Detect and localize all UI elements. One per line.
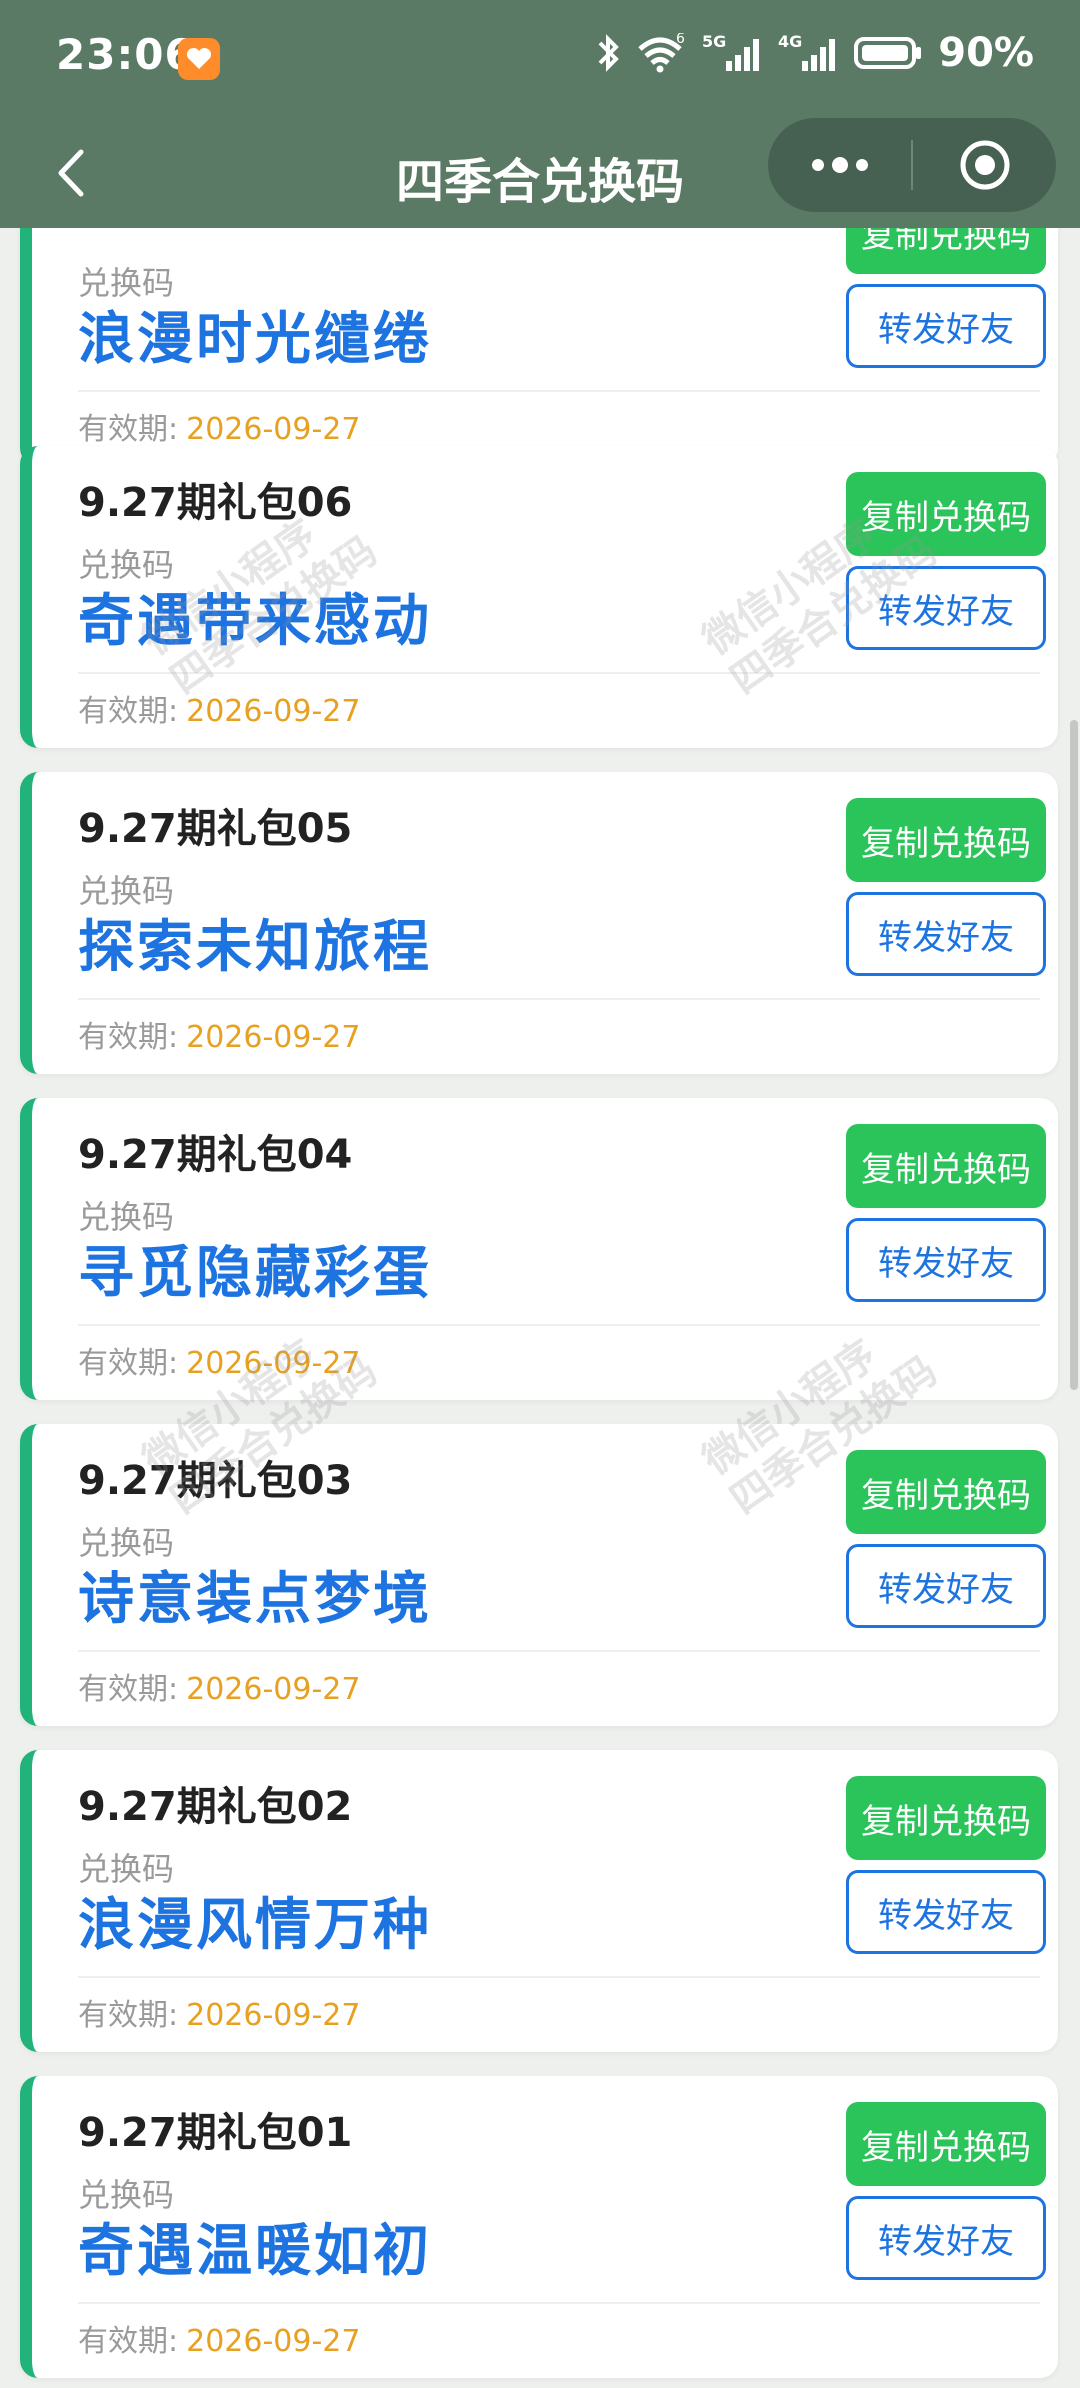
expiry-date: 2026-09-27	[186, 1346, 361, 1381]
card-divider	[78, 1976, 1040, 1978]
more-button[interactable]	[768, 118, 911, 212]
scrollbar[interactable]	[1070, 720, 1078, 1390]
network-4g-label: 4G	[778, 33, 802, 51]
share-friend-button[interactable]: 转发好友	[846, 284, 1046, 368]
expiry-label: 有效期:	[78, 1998, 179, 2033]
card-divider	[78, 998, 1040, 1000]
expiry-row: 有效期: 2026-09-27	[78, 404, 360, 448]
card-title: 9.27期礼包01	[78, 2110, 353, 2156]
expiry-date: 2026-09-27	[186, 1998, 361, 2033]
code-value: 奇遇温暖如初	[78, 2219, 432, 2284]
wifi-icon: 6	[636, 33, 688, 73]
card-divider	[78, 2302, 1040, 2304]
expiry-date: 2026-09-27	[186, 2324, 361, 2359]
card-title: 9.27期礼包04	[78, 1132, 353, 1178]
expiry-date: 2026-09-27	[186, 1672, 361, 1707]
gift-card: 9.27期礼包06 兑换码 奇遇带来感动 有效期: 2026-09-27 复制兑换…	[20, 446, 1058, 748]
network-5g-label: 5G	[702, 33, 726, 51]
battery-icon	[854, 33, 924, 73]
card-title: 9.27期礼包03	[78, 1458, 353, 1504]
redeem-code-list[interactable]: 兑换码 浪漫时光缱绻 有效期: 2026-09-27 复制兑换码 转发好友 9.2…	[0, 228, 1080, 2388]
signal-5g-icon: 5G	[702, 33, 764, 73]
expiry-row: 有效期: 2026-09-27	[78, 1664, 360, 1708]
code-value: 探索未知旅程	[78, 915, 432, 980]
card-divider	[78, 672, 1040, 674]
share-friend-button[interactable]: 转发好友	[846, 1218, 1046, 1302]
copy-code-button[interactable]: 复制兑换码	[846, 1450, 1046, 1534]
status-icons: 6 5G 4G 90%	[596, 30, 1034, 76]
expiry-label: 有效期:	[78, 2324, 179, 2359]
code-value: 奇遇带来感动	[78, 589, 432, 654]
status-bar: 23:06 6 5G 4G 90%	[0, 0, 1080, 118]
target-close-icon	[960, 140, 1009, 190]
signal-4g-icon: 4G	[778, 33, 840, 73]
card-title: 9.27期礼包06	[78, 480, 353, 526]
expiry-date: 2026-09-27	[186, 1020, 361, 1055]
code-value: 诗意装点梦境	[78, 1567, 432, 1632]
expiry-label: 有效期:	[78, 694, 179, 729]
gift-card: 9.27期礼包04 兑换码 寻觅隐藏彩蛋 有效期: 2026-09-27 复制兑换…	[20, 1098, 1058, 1400]
copy-code-button[interactable]: 复制兑换码	[846, 798, 1046, 882]
share-friend-button[interactable]: 转发好友	[846, 566, 1046, 650]
copy-code-button[interactable]: 复制兑换码	[846, 228, 1046, 274]
gift-card: 9.27期礼包03 兑换码 诗意装点梦境 有效期: 2026-09-27 复制兑换…	[20, 1424, 1058, 1726]
battery-percent: 90%	[938, 30, 1034, 76]
expiry-row: 有效期: 2026-09-27	[78, 1338, 360, 1382]
card-divider	[78, 1650, 1040, 1652]
more-dots-icon	[811, 157, 868, 173]
copy-code-button[interactable]: 复制兑换码	[846, 1776, 1046, 1860]
expiry-date: 2026-09-27	[186, 412, 361, 447]
share-friend-button[interactable]: 转发好友	[846, 892, 1046, 976]
card-divider	[78, 390, 1040, 392]
expiry-label: 有效期:	[78, 1346, 179, 1381]
status-time: 23:06	[56, 30, 195, 79]
expiry-row: 有效期: 2026-09-27	[78, 686, 360, 730]
code-value: 寻觅隐藏彩蛋	[78, 1241, 432, 1306]
expiry-row: 有效期: 2026-09-27	[78, 2316, 360, 2360]
gift-card: 9.27期礼包01 兑换码 奇遇温暖如初 有效期: 2026-09-27 复制兑换…	[20, 2076, 1058, 2378]
expiry-label: 有效期:	[78, 1020, 179, 1055]
expiry-label: 有效期:	[78, 412, 179, 447]
share-friend-button[interactable]: 转发好友	[846, 2196, 1046, 2280]
close-miniprogram-button[interactable]	[913, 118, 1056, 212]
expiry-date: 2026-09-27	[186, 694, 361, 729]
wifi-index: 6	[676, 33, 685, 47]
app-notification-icon	[178, 38, 220, 80]
copy-code-button[interactable]: 复制兑换码	[846, 472, 1046, 556]
card-title: 9.27期礼包05	[78, 806, 353, 852]
bluetooth-icon	[596, 33, 622, 73]
expiry-label: 有效期:	[78, 1672, 179, 1707]
expiry-row: 有效期: 2026-09-27	[78, 1990, 360, 2034]
card-title: 9.27期礼包02	[78, 1784, 353, 1830]
share-friend-button[interactable]: 转发好友	[846, 1870, 1046, 1954]
expiry-row: 有效期: 2026-09-27	[78, 1012, 360, 1056]
card-divider	[78, 1324, 1040, 1326]
gift-card: 9.27期礼包05 兑换码 探索未知旅程 有效期: 2026-09-27 复制兑换…	[20, 772, 1058, 1074]
gift-card: 兑换码 浪漫时光缱绻 有效期: 2026-09-27 复制兑换码 转发好友	[20, 228, 1058, 466]
share-friend-button[interactable]: 转发好友	[846, 1544, 1046, 1628]
copy-code-button[interactable]: 复制兑换码	[846, 1124, 1046, 1208]
miniprogram-capsule	[768, 118, 1056, 212]
gift-card: 9.27期礼包02 兑换码 浪漫风情万种 有效期: 2026-09-27 复制兑换…	[20, 1750, 1058, 2052]
copy-code-button[interactable]: 复制兑换码	[846, 2102, 1046, 2186]
code-value: 浪漫风情万种	[78, 1893, 432, 1958]
nav-bar: 四季合兑换码	[0, 118, 1080, 228]
code-value: 浪漫时光缱绻	[78, 307, 432, 372]
